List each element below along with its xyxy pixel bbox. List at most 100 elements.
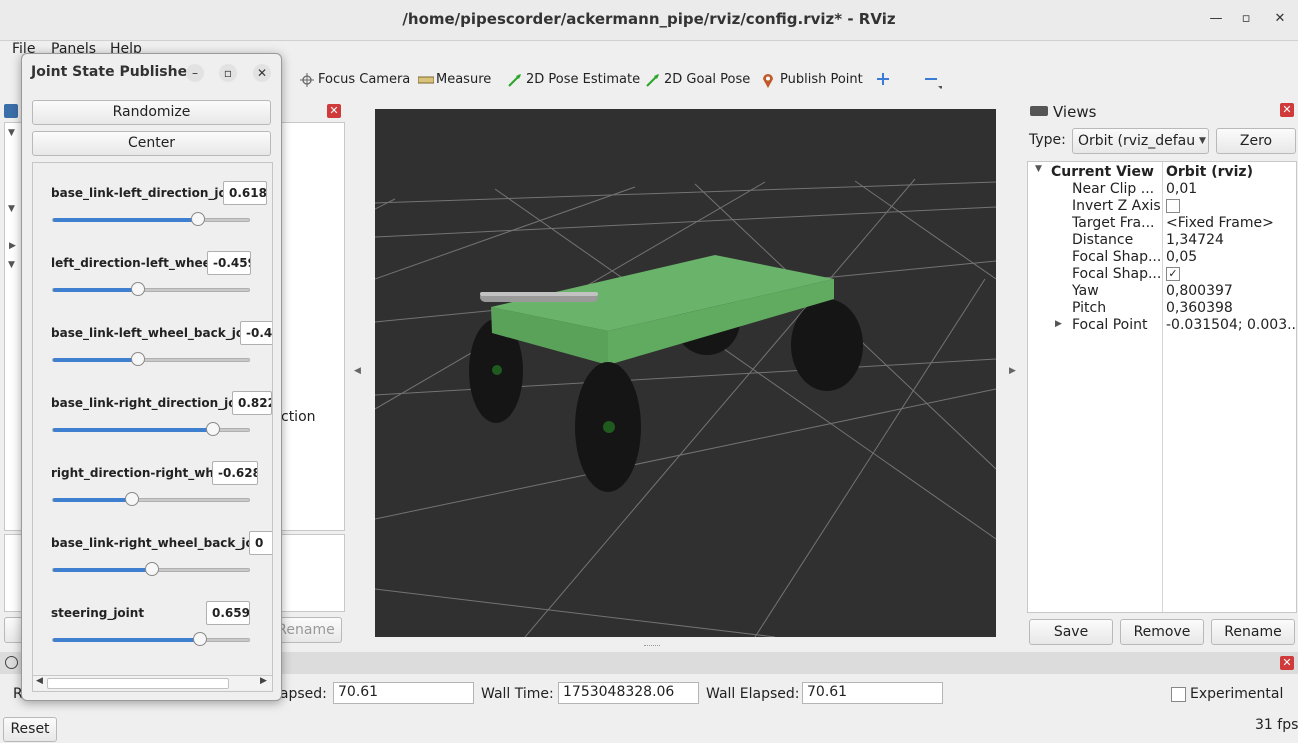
- prop-value: <Fixed Frame>: [1166, 215, 1274, 231]
- scroll-left-arrow-icon[interactable]: ◀: [36, 676, 43, 686]
- render-view-3d[interactable]: [374, 109, 997, 638]
- joint-slider[interactable]: [52, 358, 250, 362]
- prop-key: Focal Shap...: [1072, 266, 1162, 282]
- map-pin-icon: [762, 73, 776, 88]
- publish-point-tool[interactable]: Publish Point: [762, 72, 863, 88]
- expand-arrow-icon[interactable]: ▼: [8, 128, 15, 138]
- display-item-partial: ction: [281, 409, 316, 425]
- prop-row[interactable]: Target Fra... <Fixed Frame>: [1028, 215, 1296, 232]
- scrollbar-thumb[interactable]: [47, 678, 229, 689]
- slider-handle[interactable]: [190, 212, 205, 226]
- prop-row[interactable]: Yaw 0,800397: [1028, 283, 1296, 300]
- goal-pose-label: 2D Goal Pose: [664, 72, 751, 87]
- joint-name: base_link-left_direction_joint: [51, 186, 246, 200]
- expand-arrow-icon[interactable]: ▼: [8, 204, 15, 214]
- slider-handle[interactable]: [192, 632, 207, 646]
- joint-slider[interactable]: [52, 428, 250, 432]
- joint-value-field[interactable]: 0.618: [223, 181, 267, 205]
- prop-key: Yaw: [1072, 283, 1099, 299]
- slider-handle[interactable]: [145, 562, 159, 576]
- slider-handle[interactable]: [206, 422, 221, 436]
- prop-row[interactable]: Pitch 0,360398: [1028, 300, 1296, 317]
- left-splitter-arrow-icon[interactable]: ◀: [354, 366, 361, 376]
- view-type-select[interactable]: Orbit (rviz_defau: [1072, 128, 1209, 154]
- joint-slider[interactable]: [52, 288, 250, 292]
- close-icon[interactable]: ✕: [1271, 10, 1289, 28]
- view-type-value: Orbit (rviz_defau: [1078, 133, 1196, 149]
- collapse-arrow-icon[interactable]: ▶: [9, 241, 16, 251]
- scroll-right-arrow-icon[interactable]: ▶: [260, 676, 267, 686]
- expand-arrow-icon[interactable]: ▼: [8, 260, 15, 270]
- focus-camera-tool[interactable]: Focus Camera: [300, 72, 410, 87]
- prop-value: 0,360398: [1166, 300, 1233, 316]
- ground-grid: [374, 178, 997, 638]
- prop-key: Pitch: [1072, 300, 1107, 316]
- reset-button[interactable]: Reset: [3, 717, 57, 742]
- prop-row[interactable]: Near Clip ... 0,01: [1028, 181, 1296, 198]
- displays-close-icon[interactable]: ✕: [327, 104, 341, 118]
- prop-row[interactable]: ▶ Focal Point -0.031504; 0.003...: [1028, 317, 1296, 334]
- center-button[interactable]: Center: [32, 131, 271, 156]
- pose-estimate-tool[interactable]: 2D Pose Estimate: [508, 72, 640, 87]
- right-splitter-arrow-icon[interactable]: ▶: [1009, 366, 1016, 376]
- zero-button[interactable]: Zero: [1216, 128, 1296, 154]
- view-properties-tree[interactable]: ▼ Current View Orbit (rviz) Near Clip ..…: [1027, 161, 1297, 613]
- green-arrow-icon: [508, 73, 522, 87]
- horizontal-scrollbar[interactable]: ◀ ▶: [33, 675, 272, 690]
- joint-value-field[interactable]: -0.628: [212, 461, 258, 485]
- prop-row[interactable]: Focal Shap... ✓: [1028, 266, 1296, 283]
- dialog-maximize-icon[interactable]: ▫: [219, 64, 237, 82]
- time-close-icon[interactable]: ✕: [1280, 656, 1294, 670]
- views-close-icon[interactable]: ✕: [1280, 103, 1294, 117]
- prop-key: Target Fra...: [1072, 215, 1155, 231]
- slider-handle[interactable]: [131, 352, 146, 366]
- remove-tool-button[interactable]: [924, 72, 944, 89]
- slider-handle[interactable]: [131, 282, 146, 296]
- joint-value-field[interactable]: -0.459: [207, 251, 251, 275]
- views-rename-button[interactable]: Rename: [1211, 619, 1295, 645]
- current-view-label: Current View: [1051, 164, 1154, 180]
- maximize-icon[interactable]: ▫: [1237, 10, 1255, 28]
- invert-z-checkbox[interactable]: [1166, 199, 1180, 213]
- measure-tool[interactable]: Measure: [417, 72, 492, 87]
- joint-slider[interactable]: [52, 638, 250, 642]
- minimize-icon[interactable]: —: [1207, 10, 1225, 28]
- add-tool-button[interactable]: [876, 72, 890, 86]
- slider-handle[interactable]: [125, 492, 140, 506]
- views-remove-button[interactable]: Remove: [1120, 619, 1204, 645]
- joint-value-field[interactable]: 0.822: [232, 391, 272, 415]
- collapse-arrow-icon[interactable]: ▶: [1055, 319, 1062, 329]
- prop-row[interactable]: Invert Z Axis: [1028, 198, 1296, 215]
- experimental-checkbox[interactable]: [1171, 687, 1186, 702]
- joint-row: right_direction-right_wheel -0.628: [33, 443, 272, 513]
- joint-state-publisher-dialog[interactable]: Joint State Publisher – ▫ ✕ Randomize Ce…: [21, 53, 282, 701]
- prop-value: 0,05: [1166, 249, 1198, 265]
- measure-label: Measure: [436, 72, 492, 87]
- joint-value-field[interactable]: 0: [249, 531, 272, 555]
- joint-slider[interactable]: [52, 498, 250, 502]
- focal-shape-checkbox[interactable]: ✓: [1166, 267, 1180, 281]
- expand-arrow-icon[interactable]: ▼: [1035, 164, 1042, 174]
- plus-icon: [876, 72, 890, 86]
- bottom-splitter-handle[interactable]: [644, 645, 660, 649]
- prop-row[interactable]: Focal Shap... 0,05: [1028, 249, 1296, 266]
- prop-key: Near Clip ...: [1072, 181, 1155, 197]
- dialog-close-icon[interactable]: ✕: [253, 64, 271, 82]
- prop-row[interactable]: Distance 1,34724: [1028, 232, 1296, 249]
- joints-scroll-area[interactable]: base_link-left_direction_joint 0.618 lef…: [32, 162, 273, 692]
- views-save-button[interactable]: Save: [1029, 619, 1113, 645]
- prop-key: Focal Shap...: [1072, 249, 1162, 265]
- randomize-button[interactable]: Randomize: [32, 100, 271, 125]
- monitor-icon: [4, 104, 18, 118]
- current-view-row[interactable]: ▼ Current View Orbit (rviz): [1028, 164, 1296, 181]
- joint-name: steering_joint: [51, 606, 145, 620]
- goal-pose-tool[interactable]: 2D Goal Pose: [646, 72, 750, 87]
- wall-time-field[interactable]: 1753048328.06: [558, 682, 699, 704]
- joint-value-field[interactable]: -0.45: [240, 321, 272, 345]
- joint-value-field[interactable]: 0.659: [206, 601, 250, 625]
- publish-point-label: Publish Point: [780, 72, 863, 87]
- ros-elapsed-field[interactable]: 70.61: [333, 682, 474, 704]
- dialog-minimize-icon[interactable]: –: [186, 64, 204, 82]
- joint-slider[interactable]: [52, 218, 250, 222]
- wall-elapsed-field[interactable]: 70.61: [802, 682, 943, 704]
